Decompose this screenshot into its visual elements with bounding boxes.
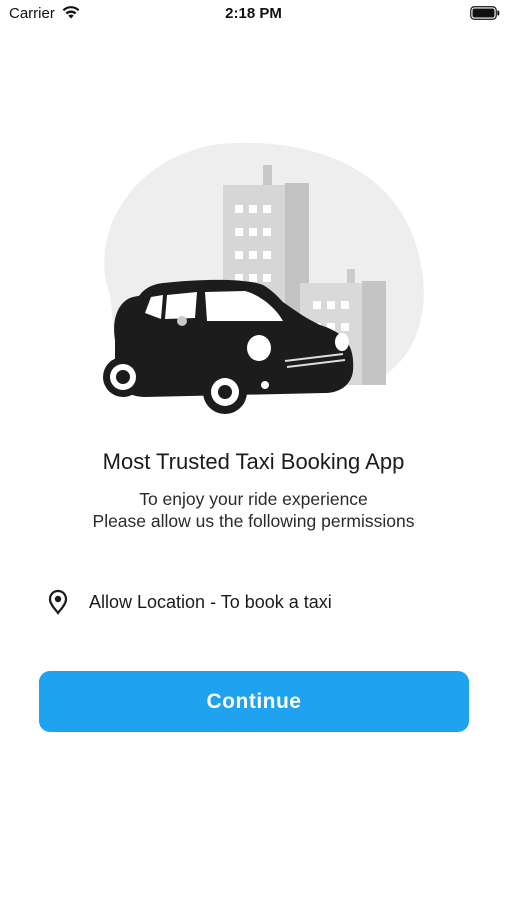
battery-icon [470,6,500,20]
permission-screen: Carrier 2:18 PM Most Trusted Taxi Bookin… [0,0,507,900]
continue-button[interactable]: Continue [39,671,469,732]
permission-label-location: Allow Location - To book a taxi [89,592,332,612]
subtitle-line-2: Please allow us the following permission… [92,511,415,531]
taxi-city-illustration [103,142,424,414]
permission-item-location: Allow Location - To book a taxi [47,588,467,618]
location-pin-icon [48,589,68,615]
status-time: 2:18 PM [225,5,282,22]
subtitle-line-1: To enjoy your ride experience [139,489,368,509]
page-title: Most Trusted Taxi Booking App [102,449,405,474]
status-bar: Carrier 2:18 PM [0,0,507,30]
